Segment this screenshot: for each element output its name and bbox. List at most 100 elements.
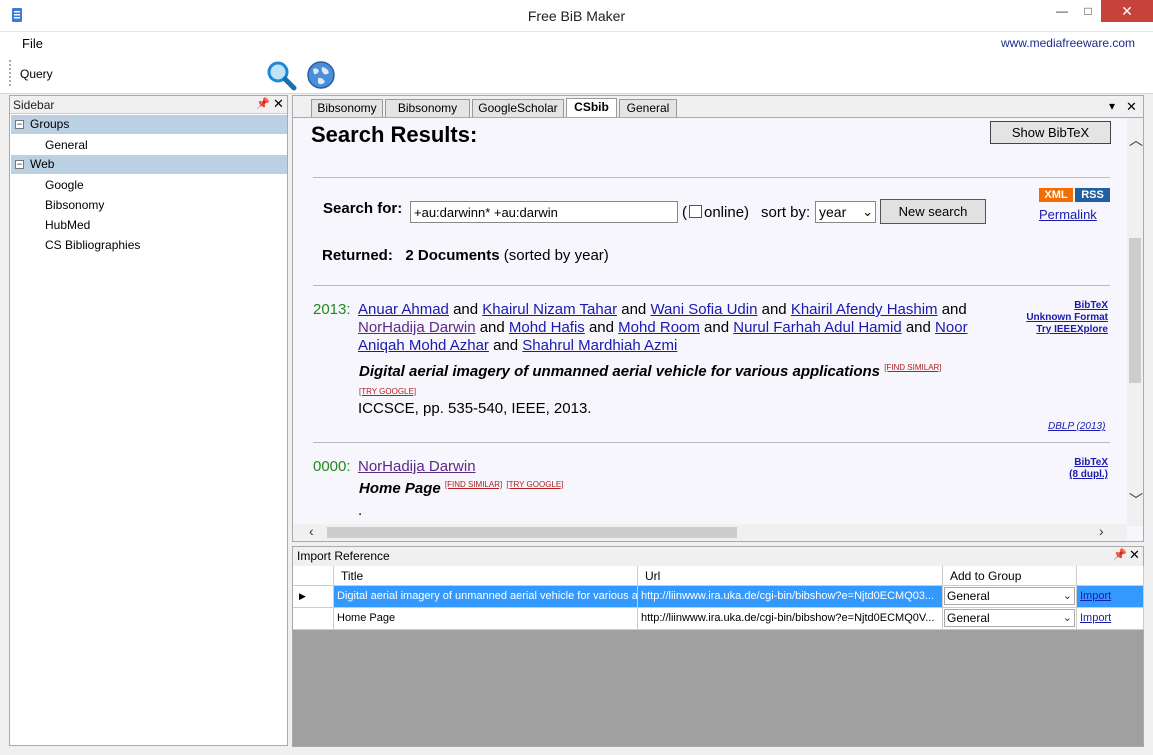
collapse-icon[interactable]: − — [15, 160, 24, 169]
tree-group-label: Groups — [30, 117, 70, 131]
and-text: and — [621, 301, 647, 318]
close-icon[interactable]: ✕ — [1129, 547, 1140, 563]
author-link[interactable]: Wani Sofia Udin — [650, 301, 757, 318]
online-checkbox[interactable] — [689, 205, 702, 218]
new-search-button[interactable]: New search — [880, 199, 986, 224]
online-option[interactable]: (online) — [682, 204, 749, 221]
sort-by-select[interactable]: year ⌄ — [815, 201, 876, 223]
window-title: Free BiB Maker — [527, 8, 626, 24]
import-link[interactable]: Import — [1080, 590, 1111, 602]
tab-strip: Bibsonomy Bibsonomy GoogleScholar CSbib … — [292, 95, 1144, 118]
permalink-link[interactable]: Permalink — [1039, 207, 1097, 222]
chevron-down-icon[interactable]: ⌄ — [1063, 610, 1072, 627]
close-tab-icon[interactable]: ✕ — [1126, 99, 1137, 115]
add-to-group-select[interactable]: General ⌄ — [943, 608, 1077, 630]
import-reference-panel: Import Reference 📌 ✕ Title Url Add to Gr… — [292, 546, 1144, 747]
pin-icon[interactable]: 📌 — [256, 97, 270, 110]
author-link[interactable]: Khairil Afendy Hashim — [791, 301, 938, 318]
tree-group-label: Web — [30, 157, 55, 171]
result-authors: NorHadija Darwin — [358, 458, 476, 476]
query-input[interactable] — [57, 63, 257, 85]
show-bibtex-button[interactable]: Show BibTeX — [990, 121, 1111, 144]
row-indicator[interactable] — [293, 608, 334, 630]
search-for-input[interactable] — [410, 201, 678, 223]
add-to-group-select[interactable]: General ⌄ — [943, 586, 1077, 608]
sidebar-item-bibsonomy[interactable]: Bibsonomy — [45, 198, 104, 212]
result-side-links: BibTeX Unknown Format Try IEEEXplore — [993, 300, 1108, 336]
import-link[interactable]: Import — [1080, 612, 1111, 624]
author-link[interactable]: Mohd Hafis — [509, 319, 585, 336]
column-header-url[interactable]: Url — [638, 566, 943, 586]
table-cell-title[interactable]: Home Page — [334, 608, 638, 630]
tree-group-groups[interactable]: − Groups — [11, 115, 287, 134]
tab-list-icon[interactable]: ▾ — [1109, 99, 1115, 113]
scroll-right-icon[interactable]: › — [1099, 523, 1104, 539]
find-similar-link[interactable]: [FIND SIMILAR] — [445, 480, 502, 489]
bibtex-link[interactable]: BibTeX — [993, 457, 1108, 469]
search-for-label: Search for: — [323, 200, 403, 217]
scroll-thumb[interactable] — [327, 527, 737, 538]
author-link[interactable]: Shahrul Mardhiah Azmi — [522, 337, 677, 354]
author-link[interactable]: Mohd Room — [618, 319, 700, 336]
table-cell-url[interactable]: http://liinwww.ira.uka.de/cgi-bin/bibsho… — [638, 608, 943, 630]
tab-bibsonomy-1[interactable]: Bibsonomy — [311, 99, 383, 118]
table-cell-url[interactable]: http://liinwww.ira.uka.de/cgi-bin/bibsho… — [638, 586, 943, 608]
sidebar-item-hubmed[interactable]: HubMed — [45, 218, 90, 232]
menu-file[interactable]: File — [22, 36, 43, 51]
search-icon[interactable] — [265, 59, 297, 91]
column-header-title[interactable]: Title — [334, 566, 638, 586]
result-authors: Anuar Ahmad and Khairul Nizam Tahar and … — [358, 301, 998, 355]
sidebar-item-general[interactable]: General — [45, 138, 88, 152]
import-panel-title: Import Reference — [297, 549, 390, 563]
author-link[interactable]: NorHadija Darwin — [358, 319, 476, 336]
website-link[interactable]: www.mediafreeware.com — [1001, 36, 1135, 50]
close-icon[interactable]: ✕ — [273, 96, 284, 112]
result-year: 0000: — [313, 458, 351, 475]
column-header-action — [1077, 566, 1144, 586]
returned-summary: Returned: 2 Documents (sorted by year) — [322, 247, 609, 264]
horizontal-scrollbar[interactable]: ‹ › — [293, 523, 1127, 541]
toolbar-grip[interactable] — [9, 60, 11, 86]
author-link[interactable]: Nurul Farhah Adul Hamid — [733, 319, 901, 336]
author-link[interactable]: NorHadija Darwin — [358, 458, 476, 475]
source-link[interactable]: DBLP (2013) — [1048, 421, 1105, 432]
table-cell-title[interactable]: Digital aerial imagery of unmanned aeria… — [334, 586, 638, 608]
maximize-button[interactable]: □ — [1073, 0, 1103, 22]
try-ieeexplore-link[interactable]: Try IEEEXplore — [993, 324, 1108, 336]
group-value: General — [947, 589, 990, 603]
sidebar-item-cs-bibliographies[interactable]: CS Bibliographies — [45, 238, 140, 252]
scroll-down-icon[interactable]: ﹀ — [1129, 490, 1143, 510]
pin-icon[interactable]: 📌 — [1113, 548, 1127, 561]
try-google-link[interactable]: [TRY GOOGLE] — [359, 387, 416, 396]
tab-googlescholar[interactable]: GoogleScholar — [472, 99, 564, 118]
collapse-icon[interactable]: − — [15, 120, 24, 129]
scroll-up-icon[interactable]: ︿ — [1129, 130, 1143, 150]
unknown-format-link[interactable]: Unknown Format — [993, 312, 1108, 324]
scroll-left-icon[interactable]: ‹ — [309, 523, 314, 539]
tab-bibsonomy-2[interactable]: Bibsonomy — [385, 99, 470, 118]
globe-icon[interactable] — [305, 59, 337, 91]
tree-group-web[interactable]: − Web — [11, 155, 287, 174]
author-link[interactable]: Anuar Ahmad — [358, 301, 449, 318]
sidebar-item-google[interactable]: Google — [45, 178, 84, 192]
result-title: Home Page [FIND SIMILAR] [TRY GOOGLE] — [359, 480, 563, 497]
rss-badge[interactable]: RSS — [1075, 188, 1110, 202]
author-link[interactable]: Khairul Nizam Tahar — [482, 301, 617, 318]
row-indicator-icon[interactable]: ▶ — [293, 586, 334, 608]
chevron-down-icon: ⌄ — [862, 204, 873, 219]
result-venue: . — [358, 502, 363, 519]
and-text: and — [905, 319, 931, 336]
find-similar-link[interactable]: [FIND SIMILAR] — [884, 363, 941, 372]
close-button[interactable]: ✕ — [1101, 0, 1153, 22]
try-google-link[interactable]: [TRY GOOGLE] — [506, 480, 563, 489]
duplicates-link[interactable]: (8 dupl.) — [993, 469, 1108, 481]
xml-badge[interactable]: XML — [1039, 188, 1073, 202]
vertical-scrollbar[interactable]: ︿ ﹀ — [1127, 118, 1143, 526]
returned-note: (sorted by year) — [503, 247, 609, 264]
tab-general[interactable]: General — [619, 99, 677, 118]
chevron-down-icon[interactable]: ⌄ — [1063, 588, 1072, 605]
column-header-add-to-group[interactable]: Add to Group — [943, 566, 1077, 586]
bibtex-link[interactable]: BibTeX — [993, 300, 1108, 312]
scroll-thumb[interactable] — [1129, 238, 1141, 383]
tab-csbib[interactable]: CSbib — [566, 98, 617, 118]
